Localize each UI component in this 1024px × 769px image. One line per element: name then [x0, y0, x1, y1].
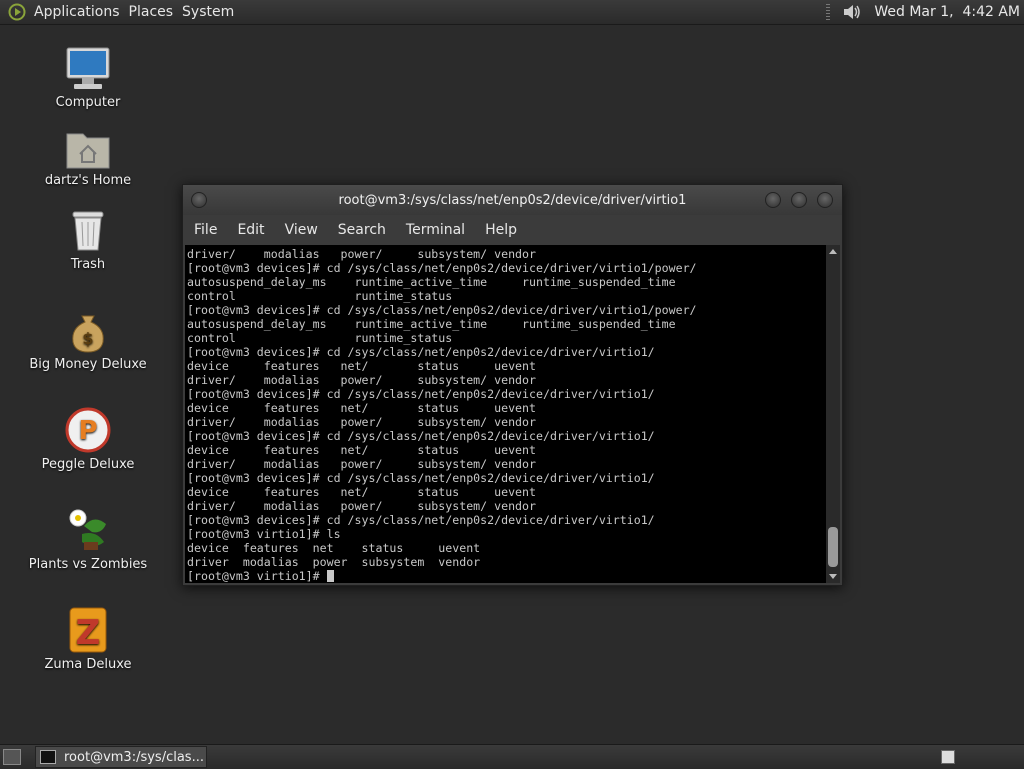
computer-icon	[66, 47, 110, 89]
terminal-output[interactable]: driver/ modalias power/ subsystem/ vendo…	[185, 245, 826, 583]
desktop-icon-zuma[interactable]: Z Zuma Deluxe	[18, 606, 158, 672]
terminal-line: [root@vm3 devices]# cd /sys/class/net/en…	[187, 513, 655, 527]
places-menu[interactable]: Places	[129, 4, 183, 20]
terminal-line: device features net/ status uevent	[187, 359, 537, 373]
terminal-line: driver/ modalias power/ subsystem/ vendo…	[187, 457, 537, 471]
terminal-line: [root@vm3 devices]# cd /sys/class/net/en…	[187, 471, 655, 485]
clock[interactable]: Wed Mar 1, 4:42 AM	[874, 4, 1020, 20]
desktop-icon-label: dartz's Home	[44, 173, 132, 188]
desktop-icon-label: Zuma Deluxe	[44, 657, 132, 672]
zuma-icon: Z	[69, 607, 107, 653]
terminal-menubar: File Edit View Search Terminal Help	[183, 217, 842, 243]
taskbar-terminal-item[interactable]: root@vm3:/sys/clas...	[35, 746, 207, 768]
terminal-line: [root@vm3 virtio1]#	[187, 569, 697, 583]
applications-menu[interactable]: Applications	[34, 4, 129, 20]
terminal-line: [root@vm3 devices]# cd /sys/class/net/en…	[187, 387, 655, 401]
close-button[interactable]	[817, 192, 833, 208]
terminal-scrollbar[interactable]	[826, 245, 840, 583]
terminal-line: driver modalias power subsystem vendor	[187, 555, 481, 569]
menu-view[interactable]: View	[275, 222, 328, 238]
volume-icon[interactable]	[842, 3, 862, 21]
terminal-line: [root@vm3 devices]# cd /sys/class/net/en…	[187, 345, 655, 359]
scroll-down-arrow-icon[interactable]	[829, 574, 837, 579]
terminal-line: autosuspend_delay_ms runtime_active_time…	[187, 275, 676, 289]
desktop-icon-plants-vs-zombies[interactable]: Plants vs Zombies	[18, 506, 158, 572]
terminal-icon	[40, 750, 56, 764]
desktop-icon-trash[interactable]: Trash	[18, 208, 158, 272]
desktop-icon-peggle[interactable]: P Peggle Deluxe	[18, 406, 158, 472]
desktop-icon-computer[interactable]: Computer	[18, 46, 158, 110]
trash-icon	[72, 211, 104, 251]
terminal-line: [root@vm3 devices]# cd /sys/class/net/en…	[187, 303, 697, 317]
desktop-icon-big-money[interactable]: $ Big Money Deluxe	[18, 308, 158, 372]
window-titlebar[interactable]: root@vm3:/sys/class/net/enp0s2/device/dr…	[183, 185, 842, 215]
terminal-line: driver/ modalias power/ subsystem/ vendo…	[187, 499, 537, 513]
terminal-line: [root@vm3 devices]# cd /sys/class/net/en…	[187, 261, 697, 275]
top-panel-tray: Wed Mar 1, 4:42 AM	[826, 0, 1020, 24]
terminal-line: [root@vm3 virtio1]# ls	[187, 527, 341, 541]
terminal-line: device features net/ status uevent	[187, 401, 537, 415]
terminal-cursor	[326, 570, 334, 582]
show-desktop-icon[interactable]	[3, 749, 21, 765]
top-panel: Applications Places System Wed Mar 1, 4:…	[0, 0, 1024, 25]
scroll-thumb[interactable]	[828, 527, 838, 567]
terminal-line: driver/ modalias power/ subsystem/ vendo…	[187, 415, 537, 429]
desktop-icon-label: Plants vs Zombies	[28, 557, 148, 572]
peggle-icon: P	[65, 407, 111, 453]
money-bag-icon: $	[72, 315, 104, 353]
plants-vs-zombies-icon	[69, 509, 106, 550]
terminal-line: driver/ modalias power/ subsystem/ vendo…	[187, 247, 537, 261]
terminal-line: [root@vm3 devices]# cd /sys/class/net/en…	[187, 429, 655, 443]
minimize-button[interactable]	[765, 192, 781, 208]
maximize-button[interactable]	[791, 192, 807, 208]
svg-text:$: $	[82, 329, 93, 348]
desktop-icon-label: Peggle Deluxe	[41, 457, 135, 472]
menu-help[interactable]: Help	[475, 222, 527, 238]
svg-text:Z: Z	[76, 613, 101, 653]
desktop-icon-label: Trash	[70, 257, 106, 272]
menu-file[interactable]: File	[183, 222, 227, 238]
svg-text:P: P	[78, 416, 97, 446]
taskbar-item-label: root@vm3:/sys/clas...	[64, 749, 204, 765]
window-title: root@vm3:/sys/class/net/enp0s2/device/dr…	[338, 192, 687, 208]
terminal-line: device features net status uevent	[187, 541, 481, 555]
terminal-line: control runtime_status	[187, 331, 453, 345]
desktop-icon-label: Computer	[55, 95, 121, 110]
terminal-window[interactable]: root@vm3:/sys/class/net/enp0s2/device/dr…	[182, 184, 843, 586]
menu-search[interactable]: Search	[328, 222, 396, 238]
window-menu-button[interactable]	[191, 192, 207, 208]
bottom-panel: root@vm3:/sys/clas...	[0, 744, 1024, 769]
menu-terminal[interactable]: Terminal	[396, 222, 475, 238]
terminal-line: driver/ modalias power/ subsystem/ vendo…	[187, 373, 537, 387]
desktop-icon-home[interactable]: dartz's Home	[18, 128, 158, 188]
system-menu[interactable]: System	[182, 4, 243, 20]
scroll-up-arrow-icon[interactable]	[829, 249, 837, 254]
terminal-line: control runtime_status	[187, 289, 453, 303]
workspace-switcher[interactable]	[941, 750, 955, 764]
menu-edit[interactable]: Edit	[227, 222, 274, 238]
terminal-line: device features net/ status uevent	[187, 485, 537, 499]
terminal-line: autosuspend_delay_ms runtime_active_time…	[187, 317, 676, 331]
panel-grip[interactable]	[826, 4, 831, 20]
home-folder-icon	[66, 133, 110, 169]
terminal-lines: driver/ modalias power/ subsystem/ vendo…	[185, 247, 697, 583]
desktop-icon-label: Big Money Deluxe	[29, 357, 147, 372]
distro-logo-icon[interactable]	[8, 3, 26, 21]
terminal-line: device features net/ status uevent	[187, 443, 537, 457]
